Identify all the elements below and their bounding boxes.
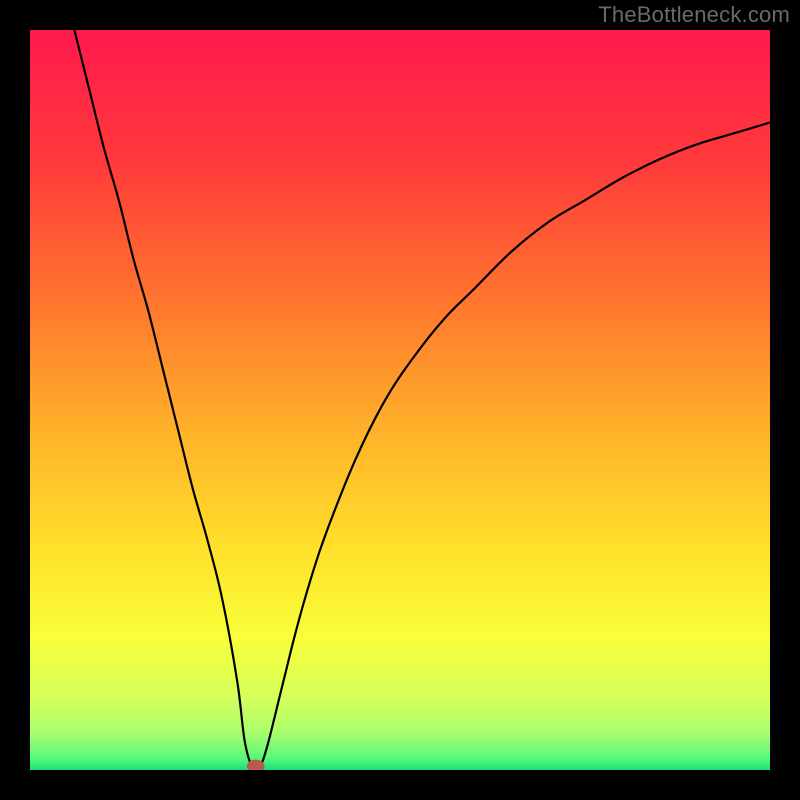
plot-area [30,30,770,770]
chart-svg [30,30,770,770]
chart-frame: TheBottleneck.com [0,0,800,800]
watermark-text: TheBottleneck.com [598,2,790,28]
gradient-background [30,30,770,770]
